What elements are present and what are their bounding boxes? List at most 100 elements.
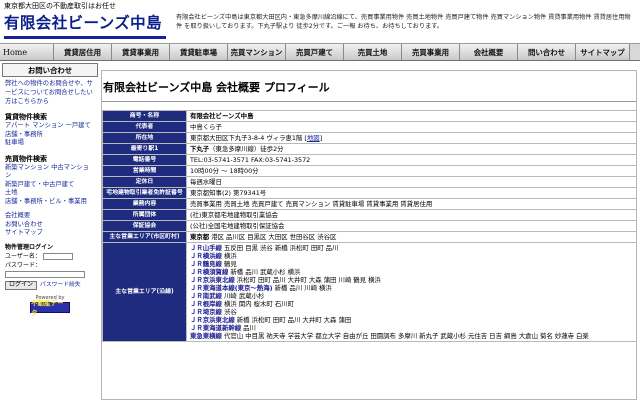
train-line: ＪＲ横須賀線 新橋 品川 武蔵小杉 横浜 xyxy=(190,268,634,276)
train-line: ＪＲ南武線 川崎 武蔵小杉 xyxy=(190,292,634,300)
nav-sale-land[interactable]: 売買土地 xyxy=(344,44,402,60)
sale-search-title: 売買物件検索 xyxy=(5,154,47,163)
sidebar-link-sitemap[interactable]: サイトマップ xyxy=(2,229,98,238)
table-row: 主な営業エリア(市区町村) 東京都 港区 品川区 目黒区 大田区 世田谷区 渋谷… xyxy=(102,231,636,243)
line-mark: ＪＲ xyxy=(190,268,203,276)
row-label: 営業時間 xyxy=(102,165,187,177)
password-label: パスワード： xyxy=(5,261,42,269)
line-mark: ＪＲ xyxy=(190,260,203,268)
table-row: 営業時間 10時00分 ～ 18時00分 xyxy=(102,165,636,177)
train-line: ＪＲ鶴見線 鶴見 xyxy=(190,260,634,268)
site-logo[interactable]: 有限会社ビーンズ中島 xyxy=(4,13,162,33)
nav-sale-house[interactable]: 売買戸建て xyxy=(286,44,344,60)
table-row: 最寄り駅1 下丸子（東急多摩川線）徒歩2分 xyxy=(102,143,636,155)
nearest-station-cell: 下丸子（東急多摩川線）徒歩2分 xyxy=(186,143,636,155)
license-value: 東京都知事(2) 第79341号 xyxy=(186,187,636,199)
company-profile-table: 商号・名称 有限会社ビーンズ中島 代表者 中島くら子 所在地 東京都大田区下丸子… xyxy=(102,110,636,342)
line-stations: 横浜 xyxy=(224,252,237,260)
table-row: 業務内容 売買事業用 売買土地 売買戸建て 売買マンション 賃貸駐車場 賃貸事業… xyxy=(102,198,636,210)
nav-home[interactable]: Home xyxy=(0,44,54,60)
line-name: 東海道本線(東京～熱海) xyxy=(202,284,273,292)
nav-company[interactable]: 会社概要 xyxy=(460,44,518,60)
line-name: 鶴見線 xyxy=(202,260,222,268)
login-password-row xyxy=(2,270,98,278)
nav-rental-parking[interactable]: 賃貸駐車場 xyxy=(170,44,228,60)
train-line: ＪＲ東海道新幹線 品川 xyxy=(190,324,634,332)
row-label: 所属団体 xyxy=(102,209,187,221)
contact-heading[interactable]: お問い合わせ xyxy=(2,63,98,77)
line-stations: 鶴見 xyxy=(224,260,237,268)
sidebar-link-parking[interactable]: 駐車場 xyxy=(2,139,98,148)
row-label: 主な営業エリア(沿線) xyxy=(102,242,187,342)
nav-rental-residential[interactable]: 賃貸居住用 xyxy=(54,44,112,60)
line-mark: ＪＲ xyxy=(190,308,203,316)
representative-value: 中島くら子 xyxy=(186,121,636,133)
line-mark: ＪＲ xyxy=(190,300,203,308)
station-name: 下丸子 xyxy=(190,145,210,153)
header-description: 有限会社ビーンズ中島は東京都大田区内・東急多摩川線沿線にて、売買事業用物件 売買… xyxy=(176,14,631,31)
login-password-label-row: パスワード： xyxy=(2,262,98,270)
row-label: 電話番号 xyxy=(102,154,187,166)
login-user-row: ユーザー名： xyxy=(2,253,98,261)
line-name: 京浜東北線 xyxy=(202,316,235,324)
line-mark: ＪＲ xyxy=(190,324,203,332)
table-row: 保証協会 (公社)全国宅地建物取引保証協会 xyxy=(102,220,636,232)
row-label: 宅地建物取引業者免許証番号 xyxy=(102,187,187,199)
powered-by-logo[interactable]: 不動産データ xyxy=(30,299,70,317)
business-content-value: 売買事業用 売買土地 売買戸建て 売買マンション 賃貸駐車場 賃貸事業用 賃貸居… xyxy=(186,198,636,210)
forgot-password-link[interactable]: パスワード紛失 xyxy=(40,281,81,289)
row-label: 最寄り駅1 xyxy=(102,143,187,155)
password-input[interactable] xyxy=(5,270,85,278)
page-title: 有限会社ビーンズ中島 会社概要 プロフィール xyxy=(103,81,330,94)
line-stations: 浜松町 田町 品川 大井町 大森 蒲田 川崎 鶴見 横浜 xyxy=(236,276,381,284)
train-line: 東急東横線 代官山 中目黒 祐天寺 学芸大学 都立大学 自由が丘 田園調布 多摩… xyxy=(190,332,634,340)
row-label: 代表者 xyxy=(102,121,187,133)
line-name: 横浜線 xyxy=(202,252,222,260)
sidebar-link-land[interactable]: 土地 xyxy=(2,189,98,198)
train-line: ＪＲ根岸線 横浜 関内 桜木町 石川町 xyxy=(190,300,634,308)
sidebar-link-company[interactable]: 会社概要 xyxy=(2,212,98,221)
username-label: ユーザー名： xyxy=(5,252,41,260)
line-mark: ＪＲ xyxy=(190,316,203,324)
nav-sale-business[interactable]: 売買事業用 xyxy=(402,44,460,60)
login-actions: ログイン パスワード紛失 xyxy=(2,280,98,290)
sidebar-link-contact[interactable]: お問い合わせ xyxy=(2,221,98,230)
line-name: 南武線 xyxy=(202,292,222,300)
row-label: 所在地 xyxy=(102,132,187,144)
sidebar-link-house[interactable]: 新築戸建て・中古戸建て xyxy=(2,181,98,190)
sidebar-link-commercial[interactable]: 店舗・事務所・ビル・事業用 xyxy=(2,198,98,207)
sidebar-link-shop-office[interactable]: 店舗・事務所 xyxy=(2,131,98,140)
sidebar-link-mansion[interactable]: 新築マンション 中古マンション xyxy=(2,164,98,181)
holiday-value: 毎週水曜日 xyxy=(186,176,636,188)
line-stations: 新橋 品川 武蔵小杉 横浜 xyxy=(230,268,301,276)
map-link[interactable]: 地図 xyxy=(307,134,320,142)
table-row: 代表者 中島くら子 xyxy=(102,121,636,133)
train-line: ＪＲ埼京線 渋谷 xyxy=(190,308,634,316)
nav-sale-mansion[interactable]: 売買マンション xyxy=(228,44,286,60)
area-wards: 港区 品川区 目黒区 大田区 世田谷区 渋谷区 xyxy=(209,233,337,241)
address-cell: 東京都大田区下丸子3-8-4 ヴィラ恵1階 [地図] xyxy=(186,132,636,144)
nav-rental-business[interactable]: 賃貸事業用 xyxy=(112,44,170,60)
line-name: 埼京線 xyxy=(202,308,222,316)
train-line: ＪＲ山手線 五反田 目黒 渋谷 新橋 浜松町 田町 品川 xyxy=(190,244,634,252)
train-line: ＪＲ京浜東北線 浜松町 田町 品川 大井町 大森 蒲田 川崎 鶴見 横浜 xyxy=(190,276,634,284)
line-stations: 品川 xyxy=(243,324,256,332)
table-row: 電話番号 TEL:03-5741-3571 FAX:03-5741-3572 xyxy=(102,154,636,166)
username-input[interactable] xyxy=(42,253,73,260)
login-button[interactable]: ログイン xyxy=(5,280,38,290)
line-name: 東急東横線 xyxy=(190,332,222,340)
table-row: 所在地 東京都大田区下丸子3-8-4 ヴィラ恵1階 [地図] xyxy=(102,132,636,144)
line-mark: ＪＲ xyxy=(190,284,203,292)
line-stations: 川崎 武蔵小杉 xyxy=(224,292,265,300)
sidebar-link-apartment[interactable]: アパート マンション 一戸建て xyxy=(2,122,98,131)
table-row: 主な営業エリア(沿線) ＪＲ山手線 五反田 目黒 渋谷 新橋 浜松町 田町 品川… xyxy=(102,242,636,342)
logo-underline xyxy=(4,36,166,39)
table-row: 所属団体 (社)東京都宅地建物取引業協会 xyxy=(102,209,636,221)
row-label: 業務内容 xyxy=(102,198,187,210)
main-nav: Home 賃貸居住用 賃貸事業用 賃貸駐車場 売買マンション 売買戸建て 売買土… xyxy=(0,43,640,61)
line-mark: ＪＲ xyxy=(190,276,203,284)
nav-contact[interactable]: 問い合わせ xyxy=(518,44,576,60)
nav-sitemap[interactable]: サイトマップ xyxy=(576,44,630,60)
table-row: 定休日 毎週水曜日 xyxy=(102,176,636,188)
contact-description[interactable]: 弊社への物件のお問合せや、サービスについてお問合せしたい方はこちらから xyxy=(2,77,98,106)
